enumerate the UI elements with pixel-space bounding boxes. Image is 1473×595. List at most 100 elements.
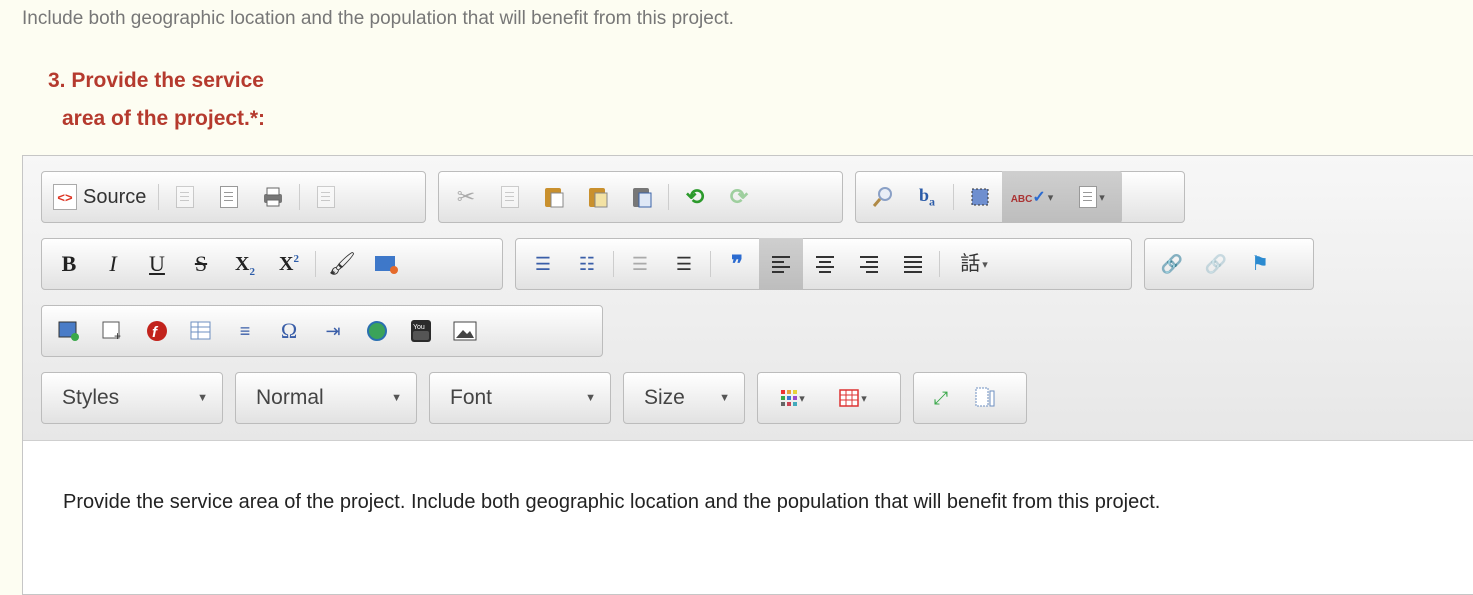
insert-image-button[interactable]	[47, 305, 91, 357]
bold-button[interactable]: B	[47, 238, 91, 290]
magnifier-icon	[872, 187, 892, 207]
bulleted-list-button[interactable]: ☷	[565, 238, 609, 290]
align-right-icon	[860, 256, 878, 273]
question-label: 3. Provide the service area of the proje…	[48, 62, 265, 138]
remove-format-button[interactable]: 🖌	[320, 238, 364, 290]
align-right-button[interactable]	[847, 238, 891, 290]
insert-form-button[interactable]: +	[91, 305, 135, 357]
source-button[interactable]: <> Source	[47, 171, 154, 223]
links-group: 🔗 🔗 ⚑	[1144, 238, 1314, 290]
youtube-button[interactable]: You	[399, 305, 443, 357]
editor-content[interactable]: Provide the service area of the project.…	[63, 481, 1433, 523]
preview-button[interactable]	[207, 171, 251, 223]
basic-styles-group: B I U S X2 X2 🖌	[41, 238, 503, 290]
font-dropdown[interactable]: Font ▼	[429, 372, 611, 424]
page-break-button[interactable]: ⇥	[311, 305, 355, 357]
horizontal-rule-icon: ≡	[239, 321, 251, 341]
form-icon: +	[102, 321, 121, 342]
underline-button[interactable]: U	[135, 238, 179, 290]
spellcheck-icon: ABC✓	[1010, 189, 1046, 206]
align-left-button[interactable]	[759, 238, 803, 290]
html-icon	[375, 256, 398, 274]
align-center-button[interactable]	[803, 238, 847, 290]
find-button[interactable]	[861, 171, 905, 223]
justify-button[interactable]	[891, 238, 935, 290]
indent-icon: ☰	[675, 254, 693, 274]
unlink-button[interactable]: 🔗	[1194, 238, 1238, 290]
image-icon	[58, 321, 79, 341]
select-all-icon	[971, 188, 989, 206]
size-dropdown[interactable]: Size ▼	[623, 372, 745, 424]
text-color-button[interactable]: ▾	[763, 372, 823, 424]
templates-button[interactable]	[304, 171, 348, 223]
show-blocks-icon	[975, 387, 995, 407]
strikethrough-button[interactable]: S	[179, 238, 223, 290]
clipboard-group: ✂ ⟲ ⟳	[438, 171, 843, 223]
chevron-down-icon: ▼	[719, 392, 730, 404]
maximize-icon: ⤢	[933, 388, 949, 408]
color-palette-icon	[781, 390, 798, 406]
language-button[interactable]: 話 ▾	[944, 238, 1004, 290]
field-instruction: Include both geographic location and the…	[22, 8, 734, 29]
format-dropdown[interactable]: Normal ▼	[235, 372, 417, 424]
italic-button[interactable]: I	[91, 238, 135, 290]
special-char-button[interactable]: Ω	[267, 305, 311, 357]
colors-group: ▾ ▾	[757, 372, 901, 424]
youtube-icon: You	[411, 320, 431, 342]
globe-icon	[367, 321, 387, 341]
paste-text-button[interactable]	[576, 171, 620, 223]
chevron-down-icon: ▼	[391, 392, 402, 404]
redo-button[interactable]: ⟳	[717, 171, 761, 223]
insert-table-button[interactable]	[179, 305, 223, 357]
indent-button[interactable]: ☰	[662, 238, 706, 290]
print-button[interactable]	[251, 171, 295, 223]
anchor-button[interactable]: ⚑	[1238, 238, 1282, 290]
superscript-button[interactable]: X2	[267, 238, 311, 290]
editing-group: ba ABC✓ ▾ ▾	[855, 171, 1185, 223]
preview-icon	[220, 186, 239, 208]
maximize-button[interactable]: ⤢	[919, 372, 963, 424]
insert-group: + f ≡ Ω ⇥ You	[41, 305, 603, 357]
copy-button[interactable]	[488, 171, 532, 223]
spellcheck-button[interactable]: ABC✓ ▾	[1002, 171, 1062, 223]
toolbar-row-2: B I U S X2 X2 🖌 ☰ ☷ ☰ ☰ ❞ 話 ▾ 🔗 🔗 ⚑	[41, 238, 1314, 290]
insert-flash-button[interactable]: f	[135, 305, 179, 357]
print-icon	[264, 187, 283, 207]
show-blocks-button[interactable]	[963, 372, 1007, 424]
paste-word-button[interactable]	[620, 171, 664, 223]
select-all-button[interactable]	[958, 171, 1002, 223]
clipboard-icon	[1079, 186, 1098, 208]
editor-toolbar: <> Source ✂ ⟲ ⟳ ba ABC✓ ▾ ▾ B I U S X2 X…	[23, 156, 1473, 441]
undo-button[interactable]: ⟲	[673, 171, 717, 223]
page-break-icon: ⇥	[325, 321, 341, 341]
svg-text:You: You	[413, 324, 425, 331]
flag-icon: ⚑	[1251, 253, 1269, 275]
chevron-down-icon: ▼	[197, 392, 208, 404]
iframe-button[interactable]	[355, 305, 399, 357]
link-button[interactable]: 🔗	[1150, 238, 1194, 290]
paste-special-button[interactable]: ▾	[1062, 171, 1122, 223]
paste-word-icon	[633, 188, 652, 208]
styles-dropdown[interactable]: Styles ▼	[41, 372, 223, 424]
numbered-list-button[interactable]: ☰	[521, 238, 565, 290]
horizontal-rule-button[interactable]: ≡	[223, 305, 267, 357]
table-grid-button[interactable]: ▾	[823, 372, 883, 424]
paste-button[interactable]	[532, 171, 576, 223]
source-icon: <>	[53, 184, 77, 210]
question-label-line2: area of the project.*:	[62, 107, 266, 130]
insert-html-button[interactable]	[364, 238, 408, 290]
insert-picture-button[interactable]	[443, 305, 487, 357]
outdent-button[interactable]: ☰	[618, 238, 662, 290]
save-template-button[interactable]	[163, 171, 207, 223]
undo-icon: ⟲	[685, 184, 705, 209]
paragraph-group: ☰ ☷ ☰ ☰ ❞ 話 ▾	[515, 238, 1132, 290]
align-left-icon	[772, 256, 790, 273]
paste-text-icon	[589, 188, 608, 208]
cut-button[interactable]: ✂	[444, 171, 488, 223]
blockquote-button[interactable]: ❞	[715, 238, 759, 290]
subscript-button[interactable]: X2	[223, 238, 267, 290]
replace-button[interactable]: ba	[905, 171, 949, 223]
question-label-line1: 3. Provide the service	[48, 69, 264, 92]
bulleted-list-icon: ☷	[578, 254, 596, 274]
redo-icon: ⟳	[729, 184, 749, 209]
